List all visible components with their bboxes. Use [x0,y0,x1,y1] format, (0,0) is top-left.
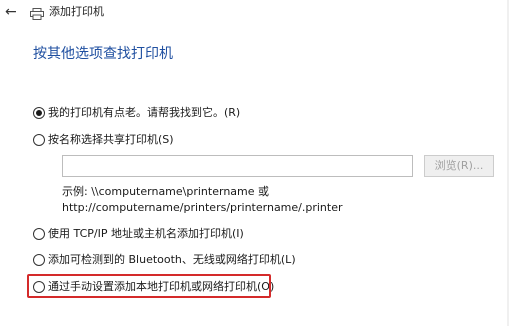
radio-bluetooth[interactable] [33,254,45,266]
example-text: 示例: \\computername\printername 或 http://… [62,184,343,216]
shared-printer-name-input[interactable] [62,155,413,177]
back-arrow-icon[interactable]: ← [5,4,21,20]
radio-tcpip[interactable] [33,228,45,240]
window-title: 添加打印机 [49,5,104,18]
option-tcpip-label: 使用 TCP/IP 地址或主机名添加打印机(I) [48,227,244,240]
page-heading: 按其他选项查找打印机 [33,46,173,62]
browse-button[interactable]: 浏览(R)... [424,155,494,177]
radio-printer-old[interactable] [33,107,45,119]
option-bluetooth-label: 添加可检测到的 Bluetooth、无线或网络打印机(L) [48,253,296,266]
option-printer-old[interactable]: 我的打印机有点老。请帮我找到它。(R) [33,106,240,120]
option-shared-printer[interactable]: 按名称选择共享打印机(S) [33,133,174,147]
option-tcpip[interactable]: 使用 TCP/IP 地址或主机名添加打印机(I) [33,227,244,241]
example-line-1: 示例: \\computername\printername 或 [62,185,270,198]
option-printer-old-label: 我的打印机有点老。请帮我找到它。(R) [48,106,241,119]
example-line-2: http://computername/printers/printername… [62,201,343,214]
option-shared-printer-label: 按名称选择共享打印机(S) [48,133,174,146]
radio-shared-printer[interactable] [33,134,45,146]
option-bluetooth[interactable]: 添加可检测到的 Bluetooth、无线或网络打印机(L) [33,253,296,267]
highlight-box [27,274,271,298]
printer-icon [30,5,44,20]
